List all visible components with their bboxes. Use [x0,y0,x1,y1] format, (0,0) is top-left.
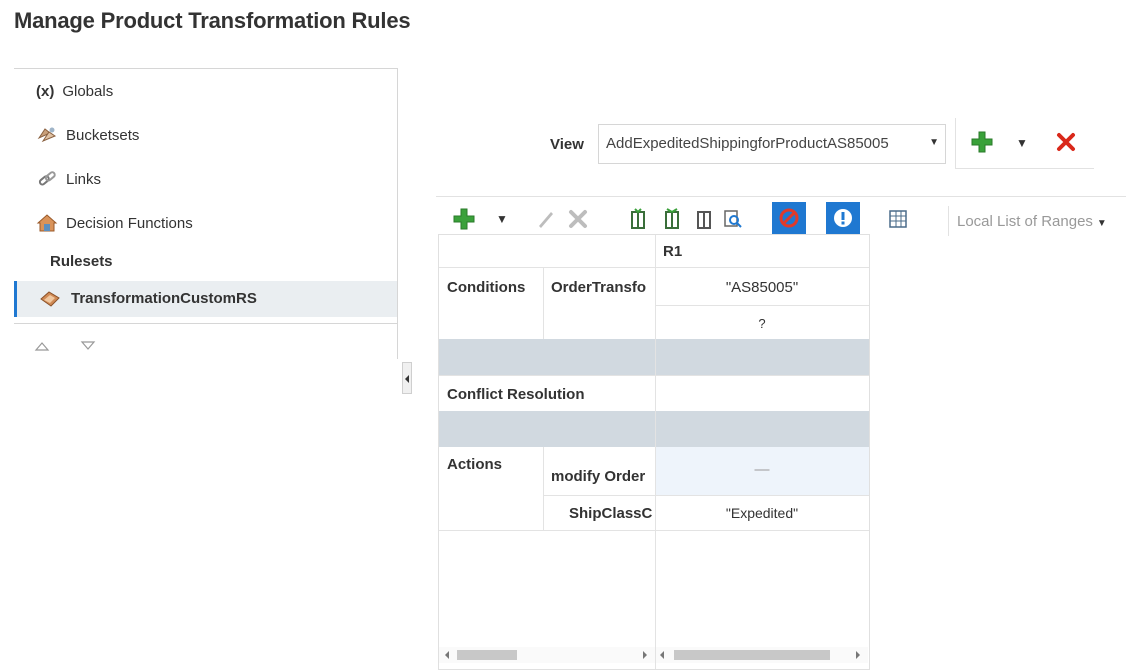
action-value: — [754,461,770,478]
nav-item-bucketsets[interactable]: Bucketsets [36,123,139,147]
actions-label: Actions [447,456,503,473]
divider [14,323,397,324]
move-down-icon[interactable] [80,339,96,353]
split-cells-icon[interactable] [626,204,650,234]
conditions-label: Conditions [447,279,526,296]
split-cells-icon[interactable] [692,204,716,234]
scrollbar-thumb[interactable] [457,650,517,660]
globals-x-icon: (x) [36,82,55,100]
horizontal-scrollbar[interactable] [439,647,655,663]
section-band [439,339,869,375]
decision-functions-icon [36,213,58,233]
scroll-right-icon[interactable] [856,651,860,659]
view-select-value: AddExpeditedShippingforProductAS85005 [606,135,889,152]
nav-item-decision-functions[interactable]: Decision Functions [36,211,193,235]
rule-column-header[interactable]: R1 [663,243,682,260]
chevron-down-icon: ▼ [929,137,939,148]
rulesets-heading: Rulesets [50,253,113,270]
condition-name[interactable]: OrderTransfo [551,279,655,296]
gap-analysis-icon[interactable] [886,204,910,234]
delete-icon[interactable] [1056,132,1076,157]
scroll-left-icon[interactable] [445,651,449,659]
chevron-down-icon[interactable]: ▼ [1016,136,1028,150]
bucketsets-icon [36,125,58,145]
rules-navigator: (x) Globals Bucketsets Links Decision Fu… [14,68,398,359]
action-name[interactable]: modify Order [551,468,655,485]
chevron-down-icon: ▼ [1096,218,1107,229]
validate-icon[interactable] [826,202,860,234]
nav-item-label: Decision Functions [66,214,193,232]
conflict-resolution-label: Conflict Resolution [447,386,585,403]
horizontal-scrollbar[interactable] [656,647,868,663]
scroll-right-icon[interactable] [643,651,647,659]
view-label: View [550,136,584,153]
edit-icon[interactable] [534,204,558,234]
section-band [439,411,869,447]
ruleset-label: TransformationCustomRS [71,290,257,307]
add-icon[interactable] [450,204,478,234]
disable-icon[interactable] [772,202,806,234]
attribute-value-cell[interactable]: "Expedited" [655,505,869,521]
view-actions: ▼ [955,118,1094,169]
ranges-select[interactable]: Local List of Ranges ▼ [948,206,1128,236]
links-icon [36,169,58,189]
move-up-icon[interactable] [34,339,50,353]
nav-item-label: Links [66,170,102,188]
decision-table: R1 Conditions OrderTransfo "AS85005" ? C… [438,234,870,670]
action-value-cell[interactable]: — [655,447,869,495]
condition-value-cell[interactable]: "AS85005" [655,279,869,296]
ruleset-icon [39,289,61,314]
ranges-select-value: Local List of Ranges [957,213,1093,230]
nav-item-ruleset-selected[interactable]: TransformationCustomRS [14,281,397,317]
scrollbar-thumb[interactable] [674,650,830,660]
condition-value-cell[interactable]: ? [655,316,869,331]
divider [436,196,1126,197]
view-select[interactable]: AddExpeditedShippingforProductAS85005 ▼ [598,124,946,164]
chevron-down-icon[interactable]: ▼ [494,204,510,234]
nav-item-label: Bucketsets [66,126,140,144]
nav-item-globals[interactable]: (x) Globals [36,79,113,103]
delete-icon[interactable] [566,204,590,234]
scroll-left-icon[interactable] [660,651,664,659]
merge-cells-icon[interactable] [660,204,684,234]
add-icon[interactable] [970,130,994,159]
find-icon[interactable] [720,204,746,234]
attribute-name[interactable]: ShipClassC [569,505,655,522]
nav-item-links[interactable]: Links [36,167,101,191]
nav-item-label: Globals [62,82,114,100]
page-title: Manage Product Transformation Rules [14,8,411,33]
collapse-panel-icon[interactable] [402,362,412,394]
